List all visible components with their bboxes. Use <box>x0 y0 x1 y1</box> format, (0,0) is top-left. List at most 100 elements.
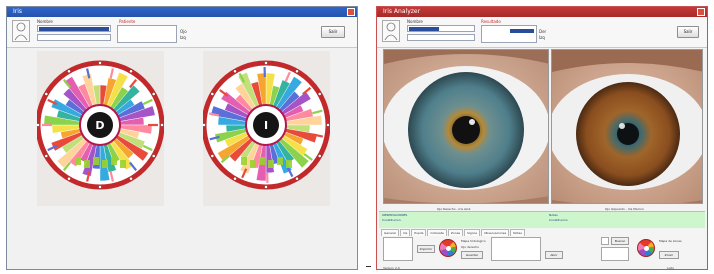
notes-title: Notas <box>549 213 558 217</box>
bottom-zone-block <box>241 157 247 165</box>
bottom-zone-block <box>84 160 90 168</box>
result-bar <box>510 29 534 33</box>
eye-side-label: Ojo derecho <box>461 245 480 249</box>
right-eye-photo[interactable] <box>383 49 549 204</box>
selection-highlight <box>39 27 109 31</box>
right-eye-chart[interactable]: D <box>37 51 164 206</box>
ring-marker <box>233 69 237 74</box>
notes-box[interactable] <box>117 25 177 43</box>
ring-marker <box>264 61 268 65</box>
observations-title: OBSERVACIONES <box>382 213 408 217</box>
details-box[interactable] <box>491 237 541 261</box>
selection-highlight <box>409 27 439 31</box>
analysis-panel: General Iris Pupila Collarete Zonas Signos Obs… <box>379 229 705 265</box>
notes-text: Constitucion <box>549 218 568 222</box>
checkbox[interactable] <box>601 237 609 245</box>
ring-marker <box>98 185 102 189</box>
zones-map-label: Mapa de zonas <box>659 239 682 243</box>
constitution-text: Constitucion <box>382 218 401 222</box>
bottom-zone-block <box>75 157 81 165</box>
result-box[interactable] <box>481 25 537 43</box>
iridology-chart-window: Iris Nombre Patiente Ojo Izq Salir D I <box>6 6 358 270</box>
patient-avatar-icon[interactable] <box>382 20 400 42</box>
search-button[interactable]: Buscar <box>611 237 629 245</box>
eye-label: Der <box>539 29 547 34</box>
status-text: Listo <box>667 266 675 270</box>
ring-marker <box>37 123 40 127</box>
ring-marker <box>295 69 299 74</box>
values-box[interactable] <box>601 247 629 261</box>
iridology-map-icon[interactable] <box>637 239 655 257</box>
ring-marker <box>129 176 133 181</box>
exit-button[interactable]: Salir <box>321 26 345 38</box>
ring-marker <box>295 176 299 181</box>
ring-marker <box>160 123 164 127</box>
save-button[interactable]: Guardar <box>461 251 483 259</box>
tab-observations[interactable]: Observaciones <box>481 229 510 236</box>
bottom-zone-block <box>277 157 283 165</box>
bottom-zone-block <box>93 157 99 165</box>
ring-marker <box>317 92 322 96</box>
left-eye-chart[interactable]: I <box>203 51 330 206</box>
tab-general[interactable]: General <box>381 229 399 236</box>
observations-band: OBSERVACIONES Constitucion Notas Constit… <box>379 211 705 228</box>
side-label: Izq <box>180 35 186 40</box>
separator-mark <box>366 266 371 267</box>
patient-field-label: Nombre <box>407 19 423 24</box>
left-eye-photo[interactable] <box>551 49 703 204</box>
tab-iris[interactable]: Iris <box>399 229 411 236</box>
bottom-zone-block <box>259 157 265 165</box>
bottom-zone-block <box>120 160 126 168</box>
print-button[interactable]: Imprimir <box>417 245 435 253</box>
result-label: Resultado <box>481 19 501 24</box>
ring-marker <box>44 92 49 96</box>
window-titlebar: Iris <box>7 7 357 17</box>
zoom-button[interactable]: Zoom <box>659 251 679 259</box>
patient-name-input[interactable] <box>37 25 111 32</box>
ring-marker <box>98 61 102 65</box>
window-title: Iris <box>13 8 23 15</box>
exit-button[interactable]: Salir <box>677 26 699 38</box>
ring-marker <box>233 176 237 181</box>
tab-bar: General Iris Pupila Collarete Zonas Signos Obs… <box>381 229 526 236</box>
open-button[interactable]: Abrir <box>545 251 563 259</box>
ring-marker <box>67 176 71 181</box>
eye-label: Ojo <box>180 29 187 34</box>
window-titlebar: Iris Analyzer <box>377 7 707 17</box>
bottom-zone-block <box>268 160 274 168</box>
ring-marker <box>129 69 133 74</box>
patient-field-label: Nombre <box>37 19 53 24</box>
bottom-zone-block <box>111 157 117 165</box>
ring-marker <box>210 92 215 96</box>
window-title: Iris Analyzer <box>383 8 421 15</box>
thumbnail-box[interactable] <box>383 237 413 261</box>
ring-marker <box>151 154 156 158</box>
ring-marker <box>317 154 322 158</box>
close-icon[interactable] <box>697 8 705 16</box>
ring-marker <box>264 185 268 189</box>
tab-collarette[interactable]: Collarete <box>427 229 447 236</box>
bottom-zone-block <box>286 160 292 168</box>
bottom-zone-block <box>102 160 108 168</box>
ring-marker <box>326 123 330 127</box>
eye-letter: I <box>264 119 268 132</box>
patient-name-input[interactable] <box>407 25 475 32</box>
bottom-zone-block <box>250 160 256 168</box>
patient-info-input[interactable] <box>37 34 111 41</box>
patient-info-input[interactable] <box>407 34 475 41</box>
close-icon[interactable] <box>347 8 355 16</box>
tab-zones[interactable]: Zonas <box>447 229 464 236</box>
tab-notes[interactable]: Notas <box>510 229 525 236</box>
iridology-map-icon[interactable] <box>439 239 457 257</box>
patient-avatar-icon[interactable] <box>12 20 30 42</box>
iris-photo-window: Iris Analyzer Nombre Resultado Der Izq S… <box>376 6 708 270</box>
ring-marker <box>44 154 49 158</box>
eye-letter: D <box>95 119 104 132</box>
toolbar: Nombre Resultado Der Izq Salir <box>377 17 707 48</box>
patient-label: Patiente <box>119 19 136 24</box>
tab-signs[interactable]: Signos <box>464 229 481 236</box>
ring-marker <box>151 92 156 96</box>
tab-pupil[interactable]: Pupila <box>411 229 427 236</box>
map-label: Mapa Iridologico <box>461 239 486 243</box>
version-text: Version 2.0 <box>383 266 400 270</box>
